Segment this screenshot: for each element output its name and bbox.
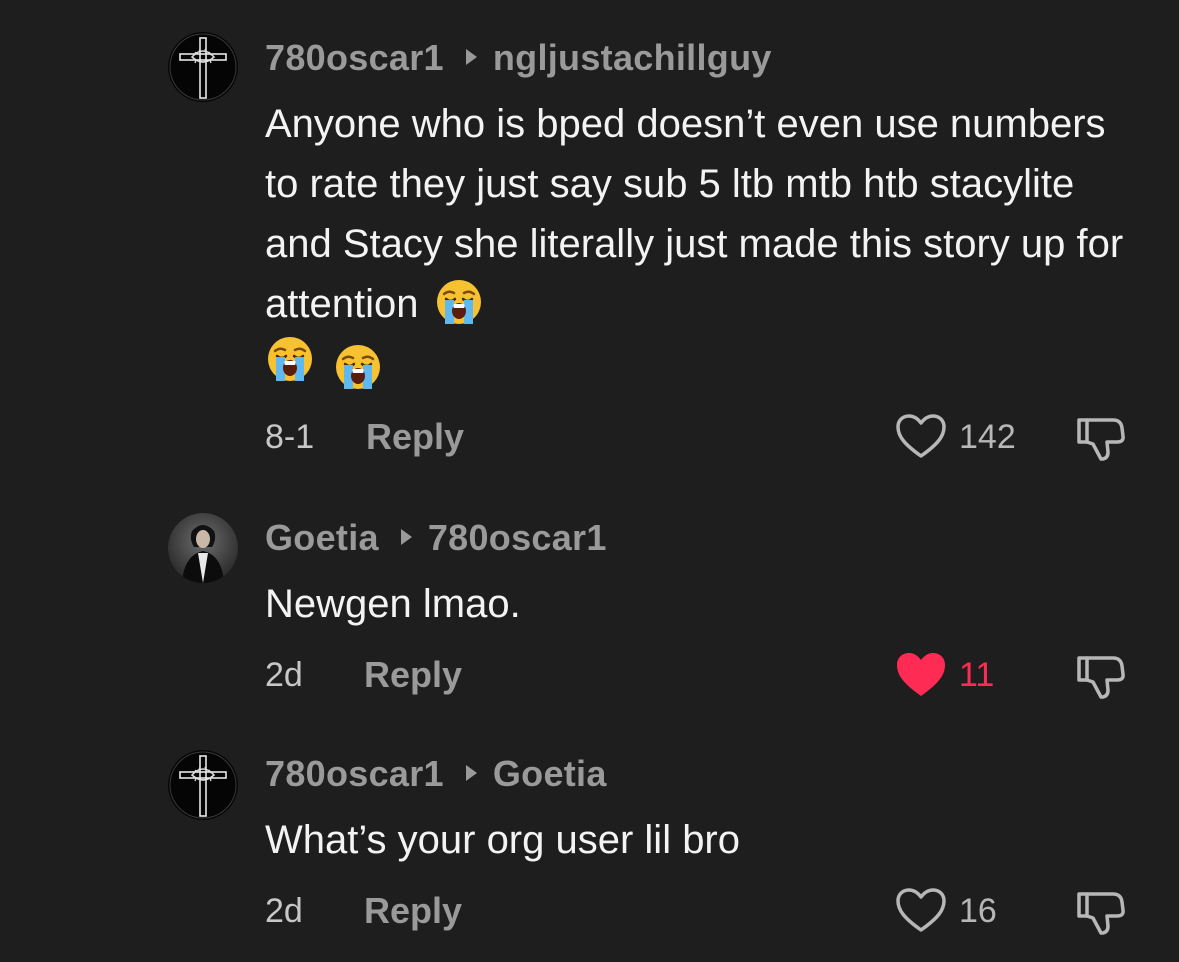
- comment-header: Goetia 780oscar1: [265, 516, 607, 560]
- reply-to-user[interactable]: ngljustachillguy: [493, 37, 772, 78]
- loudly-crying-face-icon: [265, 334, 315, 384]
- comment-author[interactable]: 780oscar1: [265, 753, 444, 794]
- person-photo-avatar-icon: [168, 513, 238, 583]
- like-count: 11: [959, 656, 995, 694]
- comment-footer: 8-1 Reply 142: [265, 412, 1145, 462]
- cross-avatar-icon: [168, 32, 238, 102]
- comment-text: Newgen lmao.: [265, 582, 521, 626]
- comment-footer: 2d Reply 16: [265, 886, 1145, 936]
- reply-button[interactable]: Reply: [364, 886, 462, 936]
- avatar[interactable]: [168, 750, 238, 820]
- comment-timestamp: 2d: [265, 656, 303, 694]
- comment-body: Newgen lmao.: [265, 574, 1125, 634]
- comment-body: Anyone who is bped doesn’t even use numb…: [265, 94, 1125, 388]
- comment-timestamp: 2d: [265, 892, 303, 930]
- reply-arrow-icon: [400, 529, 412, 546]
- avatar[interactable]: [168, 513, 238, 583]
- comment-author[interactable]: 780oscar1: [265, 37, 444, 78]
- thumbs-down-icon[interactable]: [1073, 886, 1129, 938]
- thumbs-down-icon[interactable]: [1073, 650, 1129, 702]
- comment-author[interactable]: Goetia: [265, 517, 379, 558]
- loudly-crying-face-icon: [333, 342, 383, 392]
- heart-filled-icon[interactable]: [894, 650, 948, 700]
- reply-button[interactable]: Reply: [366, 412, 464, 462]
- comment-footer: 2d Reply 11: [265, 650, 1145, 700]
- comment-body: What’s your org user lil bro: [265, 810, 1125, 870]
- comment-header: 780oscar1 ngljustachillguy: [265, 36, 772, 80]
- thumbs-down-icon[interactable]: [1073, 412, 1129, 464]
- like-count: 142: [959, 418, 1016, 456]
- comment-header: 780oscar1 Goetia: [265, 752, 607, 796]
- avatar[interactable]: [168, 32, 238, 102]
- loudly-crying-face-icon: [434, 277, 484, 327]
- heart-outline-icon[interactable]: [894, 412, 948, 462]
- reply-arrow-icon: [465, 49, 477, 66]
- reply-to-user[interactable]: 780oscar1: [428, 517, 607, 558]
- like-count: 16: [959, 892, 997, 930]
- comment-text: Anyone who is bped doesn’t even use numb…: [265, 102, 1124, 326]
- comment-text: What’s your org user lil bro: [265, 818, 740, 862]
- heart-outline-icon[interactable]: [894, 886, 948, 936]
- comment-timestamp: 8-1: [265, 418, 315, 456]
- cross-avatar-icon: [168, 750, 238, 820]
- reply-arrow-icon: [465, 765, 477, 782]
- reply-to-user[interactable]: Goetia: [493, 753, 607, 794]
- reply-button[interactable]: Reply: [364, 650, 462, 700]
